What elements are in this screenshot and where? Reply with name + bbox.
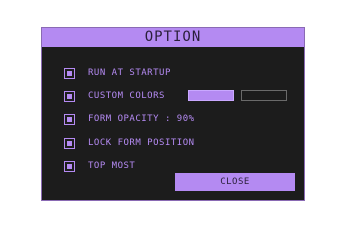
checkbox-check-mark <box>67 163 72 169</box>
option-lock-form-position[interactable]: LOCK FORM POSITION <box>64 136 195 150</box>
checkbox-check-mark <box>67 140 72 146</box>
top-most-checkbox[interactable] <box>64 160 75 172</box>
lock-form-position-checkbox[interactable] <box>64 137 75 149</box>
option-run-at-startup[interactable]: RUN AT STARTUP <box>64 66 171 80</box>
lock-form-position-label: LOCK FORM POSITION <box>88 138 195 148</box>
option-form-opacity[interactable]: FORM OPACITY : 90% <box>64 112 195 126</box>
option-custom-colors[interactable]: CUSTOM COLORS <box>64 89 165 103</box>
option-top-most[interactable]: TOP MOST <box>64 159 135 173</box>
checkbox-check-mark <box>67 70 72 76</box>
top-most-label: TOP MOST <box>88 161 136 171</box>
custom-colors-label: CUSTOM COLORS <box>88 91 165 101</box>
close-button[interactable]: CLOSE <box>175 173 295 191</box>
form-opacity-checkbox[interactable] <box>64 113 75 125</box>
run-at-startup-label: RUN AT STARTUP <box>88 68 171 78</box>
options-window: OPTION RUN AT STARTUP CUSTOM COLORS FORM… <box>41 27 305 201</box>
custom-color-primary-swatch[interactable] <box>188 90 234 101</box>
checkbox-check-mark <box>67 93 72 99</box>
run-at-startup-checkbox[interactable] <box>64 67 75 79</box>
window-title: OPTION <box>42 28 304 47</box>
form-opacity-label: FORM OPACITY : 90% <box>88 114 195 124</box>
checkbox-check-mark <box>67 116 72 122</box>
custom-color-secondary-swatch[interactable] <box>241 90 287 101</box>
custom-colors-checkbox[interactable] <box>64 90 75 102</box>
